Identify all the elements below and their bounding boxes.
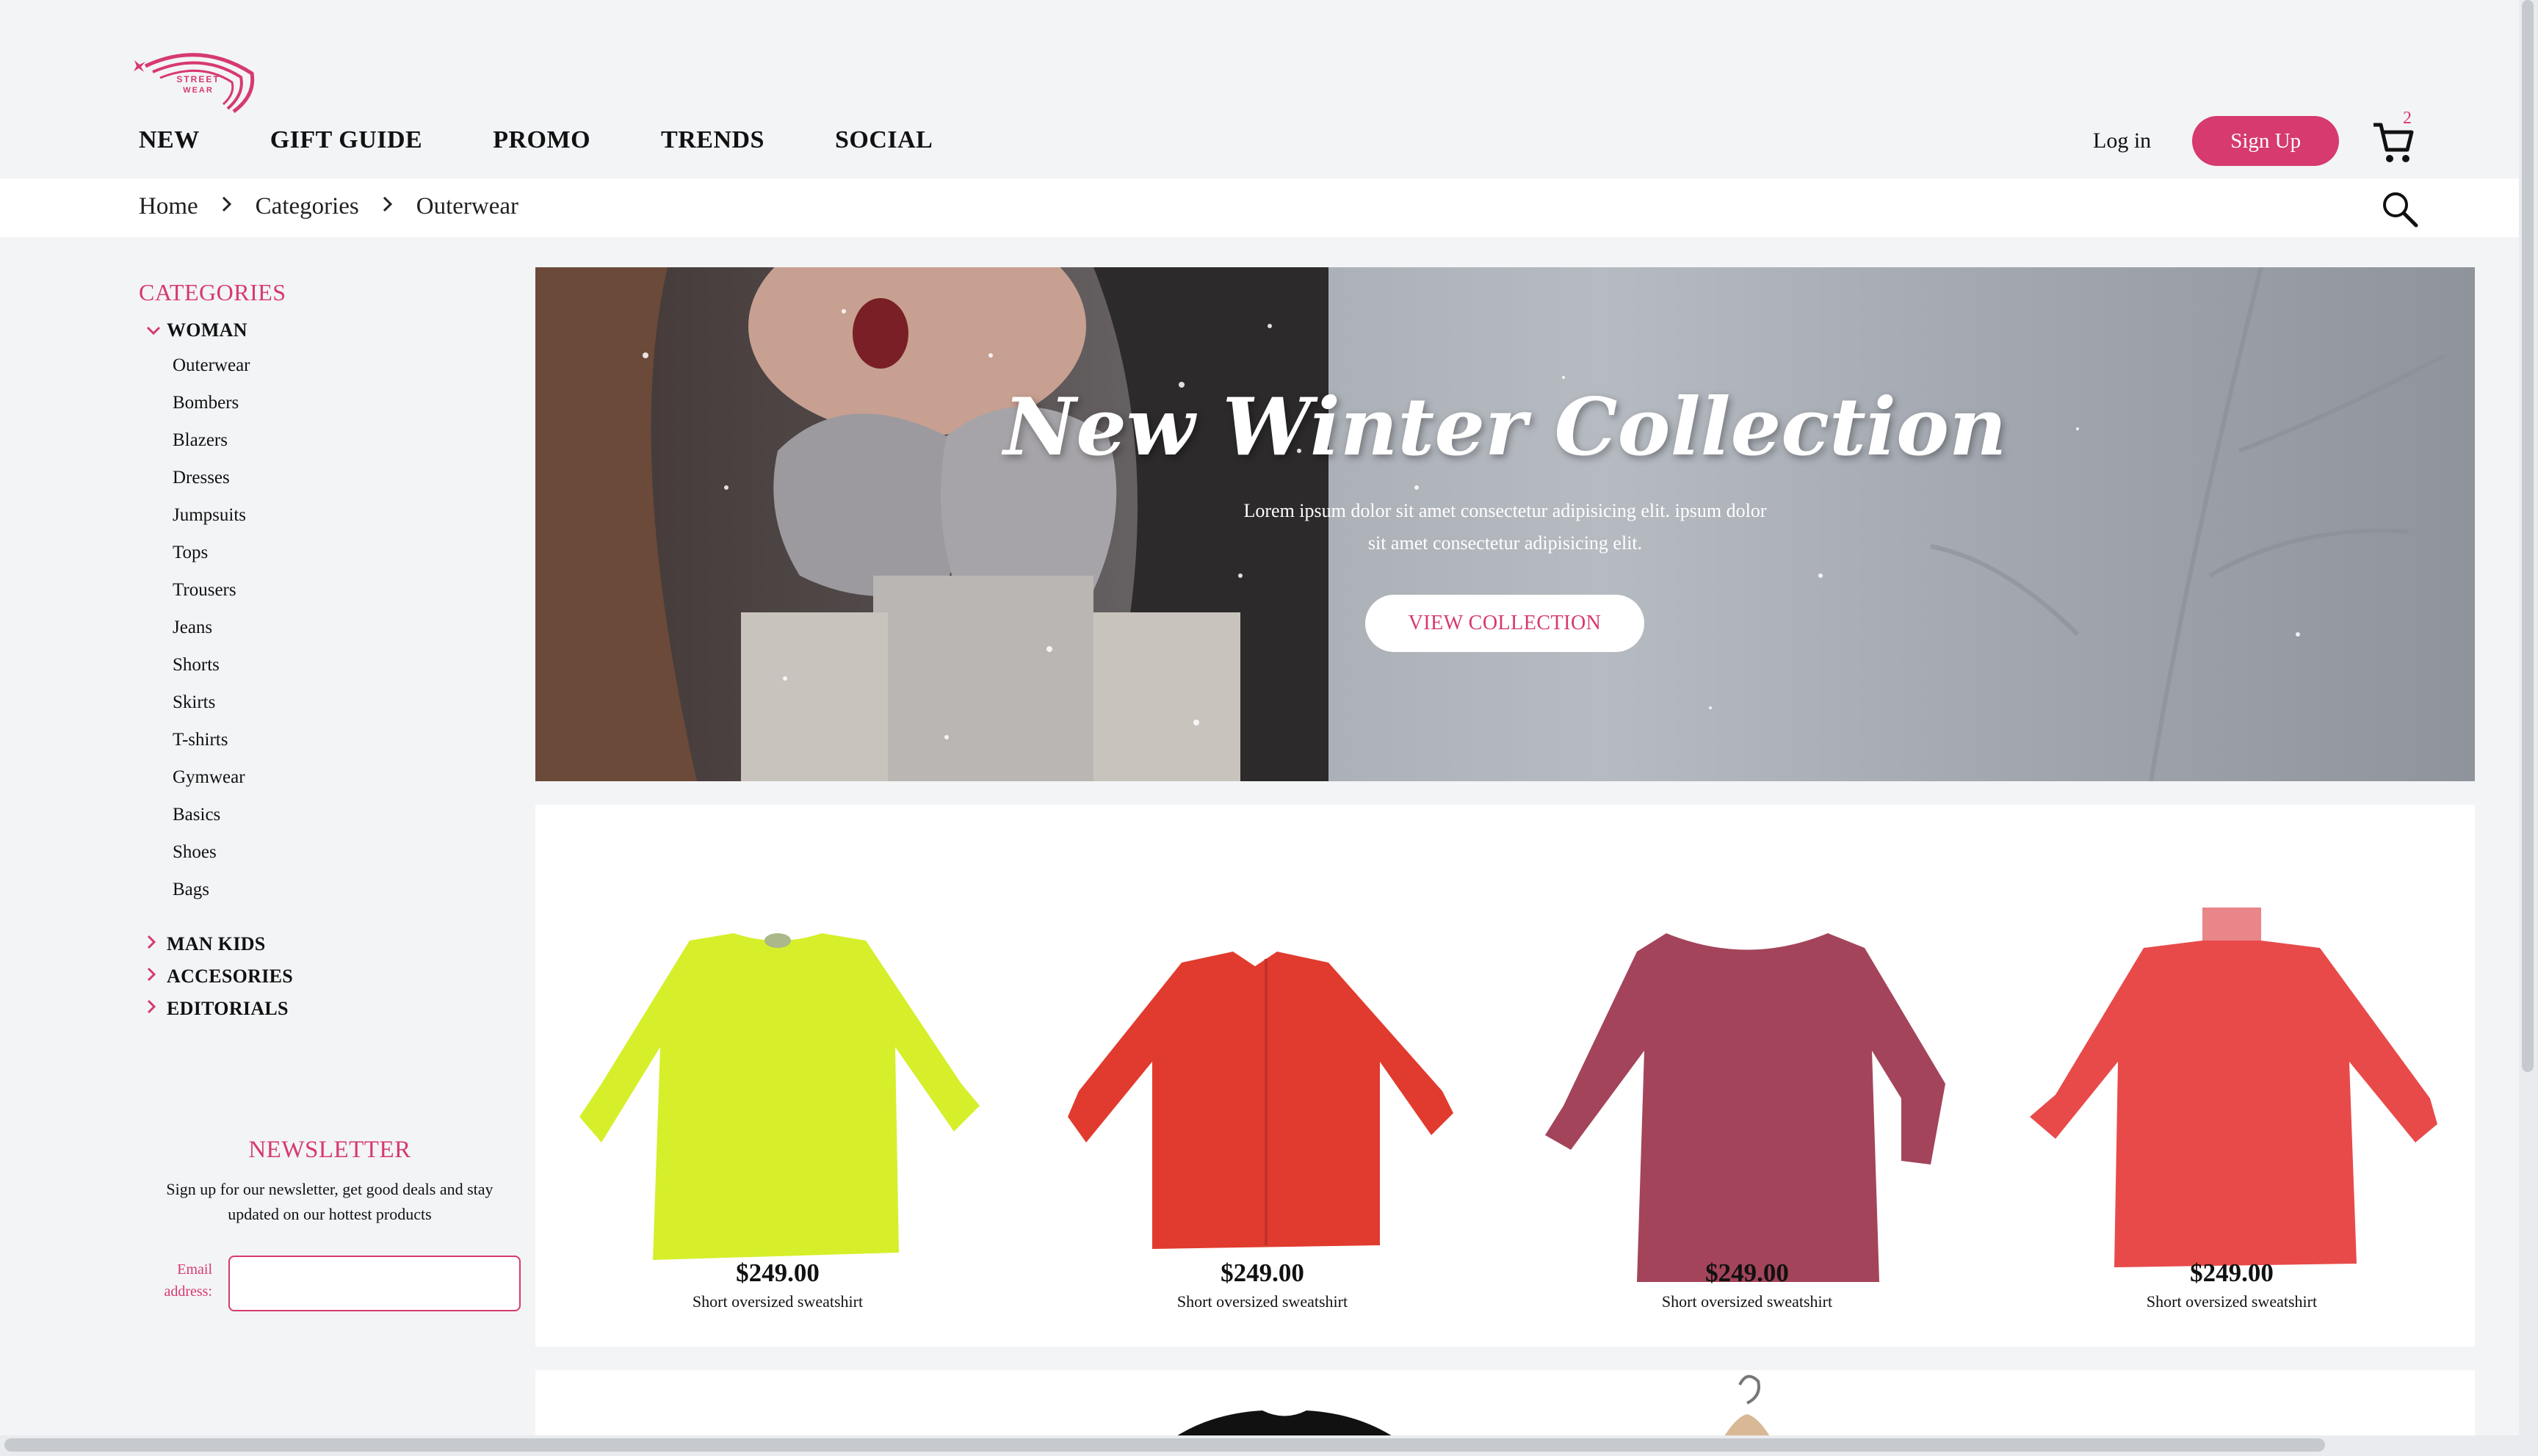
email-field[interactable] xyxy=(228,1256,521,1311)
product-card[interactable]: $249.00 Short oversized sweatshirt xyxy=(535,805,1020,1347)
product-price: $249.00 xyxy=(736,1258,820,1287)
category-group-man-kids[interactable]: MAN KIDS xyxy=(146,928,521,960)
sidebar-item-basics[interactable]: Basics xyxy=(173,805,521,843)
search-icon xyxy=(2383,192,2418,228)
sidebar-item-bags[interactable]: Bags xyxy=(173,880,521,918)
cart-button[interactable]: 2 xyxy=(2371,109,2422,167)
newsletter-form: Email address: xyxy=(139,1256,521,1314)
hero-subtitle-line: sit amet consectetur adipisicing elit. xyxy=(1367,532,1643,554)
sidebar-item-jeans[interactable]: Jeans xyxy=(173,618,521,656)
auth-area: Log in Sign Up xyxy=(2093,116,2340,166)
vertical-scroll-thumb[interactable] xyxy=(2522,0,2534,1072)
breadcrumb-categories[interactable]: Categories xyxy=(256,193,359,220)
horizontal-scrollbar[interactable] xyxy=(0,1435,2519,1456)
main-nav: NEW GIFT GUIDE PROMO TRENDS SOCIAL xyxy=(139,126,1003,163)
sidebar-item-skirts[interactable]: Skirts xyxy=(173,693,521,731)
nav-item-promo[interactable]: PROMO xyxy=(493,126,590,163)
nav-item-new[interactable]: NEW xyxy=(139,126,200,163)
login-link[interactable]: Log in xyxy=(2093,128,2151,153)
hero-subtitle-line: Lorem ipsum dolor sit amet consectetur a… xyxy=(1243,500,1767,521)
woman-subcategory-list: Outerwear Bombers Blazers Dresses Jumpsu… xyxy=(173,356,521,918)
chevron-right-icon xyxy=(146,935,167,954)
sidebar-item-tops[interactable]: Tops xyxy=(173,543,521,581)
page: STREET WEAR NEW GIFT GUIDE PROMO TRENDS … xyxy=(0,0,2538,1456)
sidebar-item-shoes[interactable]: Shoes xyxy=(173,843,521,880)
category-group-label: WOMAN xyxy=(167,319,247,341)
sidebar-item-blazers[interactable]: Blazers xyxy=(173,431,521,468)
view-collection-button[interactable]: VIEW COLLECTION xyxy=(1365,595,1644,652)
category-group-label: EDITORIALS xyxy=(167,998,289,1019)
nav-item-social[interactable]: SOCIAL xyxy=(835,126,933,163)
breadcrumb-bar: Home Categories Outerwear xyxy=(0,178,2519,237)
logo-text-1: STREET xyxy=(176,74,220,84)
newsletter-description: Sign up for our newsletter, get good dea… xyxy=(166,1180,494,1223)
chevron-right-icon xyxy=(146,967,167,986)
product-price: $249.00 xyxy=(1705,1258,1789,1287)
chevron-right-icon xyxy=(146,999,167,1018)
sidebar-item-bombers[interactable]: Bombers xyxy=(173,394,521,431)
email-label: Email address: xyxy=(164,1261,212,1300)
hero-banner: New Winter Collection Lorem ipsum dolor … xyxy=(535,267,2475,781)
product-image xyxy=(1545,933,1945,1282)
product-image xyxy=(579,933,980,1260)
nav-item-trends[interactable]: TRENDS xyxy=(661,126,764,163)
categories-title: CATEGORIES xyxy=(139,279,286,305)
horizontal-scroll-thumb[interactable] xyxy=(4,1438,2325,1452)
product-card[interactable]: $249.00 Short oversized sweatshirt xyxy=(1505,805,1989,1347)
product-name: Short oversized sweatshirt xyxy=(692,1292,864,1311)
sidebar-item-dresses[interactable]: Dresses xyxy=(173,468,521,506)
product-image xyxy=(1068,952,1453,1249)
product-name: Short oversized sweatshirt xyxy=(1176,1292,1348,1311)
breadcrumb: Home Categories Outerwear xyxy=(139,193,518,220)
vertical-scrollbar[interactable] xyxy=(2519,0,2538,1456)
sidebar-item-t-shirts[interactable]: T-shirts xyxy=(173,731,521,768)
category-group-editorials[interactable]: EDITORIALS xyxy=(146,993,521,1025)
sidebar-item-gymwear[interactable]: Gymwear xyxy=(173,768,521,805)
product-card[interactable]: $249.00 Short oversized sweatshirt xyxy=(1020,805,1505,1347)
category-group-accesories[interactable]: ACCESORIES xyxy=(146,960,521,993)
category-group-label: MAN KIDS xyxy=(167,933,266,955)
chevron-right-icon xyxy=(381,195,394,220)
newsletter-section: NEWSLETTER Sign up for our newsletter, g… xyxy=(139,1137,521,1311)
category-group-woman[interactable]: WOMAN xyxy=(146,319,521,341)
hero-title: New Winter Collection xyxy=(1003,381,2007,474)
product-grid: $249.00 Short oversized sweatshirt $249.… xyxy=(535,805,2475,1347)
product-card[interactable]: $249.00 Short oversized sweatshirt xyxy=(1989,805,2474,1347)
cart-count-badge: 2 xyxy=(2403,109,2412,128)
signup-button[interactable]: Sign Up xyxy=(2192,116,2340,166)
newsletter-title: NEWSLETTER xyxy=(248,1137,411,1163)
chevron-down-icon xyxy=(146,321,167,340)
nav-item-gift-guide[interactable]: GIFT GUIDE xyxy=(270,126,422,163)
product-name: Short oversized sweatshirt xyxy=(2146,1292,2318,1311)
product-price: $249.00 xyxy=(1221,1258,1304,1287)
chevron-right-icon xyxy=(220,195,234,220)
sidebar-item-shorts[interactable]: Shorts xyxy=(173,656,521,693)
breadcrumb-outerwear[interactable]: Outerwear xyxy=(416,193,518,220)
product-name: Short oversized sweatshirt xyxy=(1661,1292,1833,1311)
logo-swoosh-icon: STREET WEAR xyxy=(134,53,255,114)
sidebar-item-outerwear[interactable]: Outerwear xyxy=(173,356,521,394)
product-price: $249.00 xyxy=(2190,1258,2274,1287)
sidebar-item-jumpsuits[interactable]: Jumpsuits xyxy=(173,506,521,543)
category-sidebar: CATEGORIES WOMAN Outerwear Bombers Blaze… xyxy=(139,279,521,1025)
brand-logo[interactable]: STREET WEAR xyxy=(131,44,263,114)
product-image xyxy=(2030,908,2437,1267)
sidebar-item-trousers[interactable]: Trousers xyxy=(173,581,521,618)
category-group-label: ACCESORIES xyxy=(167,966,294,987)
hero-subtitle: Lorem ipsum dolor sit amet consectetur a… xyxy=(535,495,2475,559)
logo-text-2: WEAR xyxy=(183,86,214,95)
breadcrumb-home[interactable]: Home xyxy=(139,193,198,220)
search-button[interactable] xyxy=(2379,189,2420,230)
